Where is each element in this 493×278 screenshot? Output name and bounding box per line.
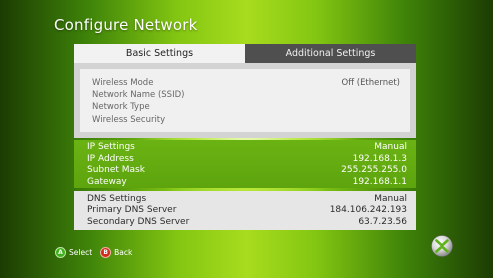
back-action-label[interactable]: Back	[114, 248, 132, 257]
gateway-row: Gateway 192.168.1.1	[87, 177, 407, 189]
button-legend: A Select B Back	[55, 247, 132, 258]
secondary-dns-label: Secondary DNS Server	[87, 216, 190, 227]
gateway-value: 192.168.1.1	[352, 176, 407, 187]
ip-settings-label: IP Settings	[87, 142, 135, 152]
a-button-icon: A	[55, 247, 66, 258]
select-action-label[interactable]: Select	[69, 248, 92, 257]
dns-settings-section[interactable]: DNS Settings Manual Primary DNS Server 1…	[74, 191, 416, 230]
network-name-row: Network Name (SSID)	[92, 89, 400, 101]
ip-settings-value: Manual	[374, 142, 407, 152]
primary-dns-row: Primary DNS Server 184.106.242.193	[87, 205, 407, 216]
tab-basic-settings[interactable]: Basic Settings	[74, 44, 245, 63]
ip-address-value: 192.168.1.3	[352, 153, 407, 164]
subnet-mask-value: 255.255.255.0	[341, 165, 407, 176]
subnet-mask-label: Subnet Mask	[87, 165, 145, 176]
ip-settings-row: IP Settings Manual	[87, 142, 407, 154]
ip-address-label: IP Address	[87, 153, 134, 164]
network-name-label: Network Name (SSID)	[92, 90, 185, 101]
dns-settings-label: DNS Settings	[87, 194, 147, 204]
gateway-label: Gateway	[87, 176, 127, 187]
network-type-label: Network Type	[92, 102, 150, 113]
wireless-info[interactable]: Wireless Mode Off (Ethernet) Network Nam…	[80, 69, 410, 132]
wireless-mode-label: Wireless Mode	[92, 78, 154, 88]
b-button-icon: B	[100, 247, 112, 258]
dns-settings-value: Manual	[374, 194, 407, 204]
secondary-dns-value: 63.7.23.56	[358, 216, 407, 227]
tab-bar: Basic Settings Additional Settings	[74, 44, 416, 63]
secondary-dns-row: Secondary DNS Server 63.7.23.56	[87, 217, 407, 228]
ip-address-row: IP Address 192.168.1.3	[87, 154, 407, 166]
wireless-mode-value: Off (Ethernet)	[341, 78, 401, 88]
primary-dns-value: 184.106.242.193	[329, 205, 407, 216]
ip-settings-section[interactable]: IP Settings Manual IP Address 192.168.1.…	[74, 140, 416, 188]
tab-additional-settings[interactable]: Additional Settings	[245, 44, 416, 63]
xbox-logo-icon	[431, 235, 453, 257]
wireless-mode-row: Wireless Mode Off (Ethernet)	[92, 77, 400, 89]
subnet-mask-row: Subnet Mask 255.255.255.0	[87, 165, 407, 177]
page-title: Configure Network	[54, 16, 198, 34]
wireless-security-label: Wireless Security	[92, 114, 166, 125]
primary-dns-label: Primary DNS Server	[87, 205, 177, 216]
dns-settings-row: DNS Settings Manual	[87, 194, 407, 205]
wireless-panel: Wireless Mode Off (Ethernet) Network Nam…	[74, 63, 416, 138]
wireless-security-row: Wireless Security	[92, 114, 400, 126]
network-type-row: Network Type	[92, 101, 400, 113]
